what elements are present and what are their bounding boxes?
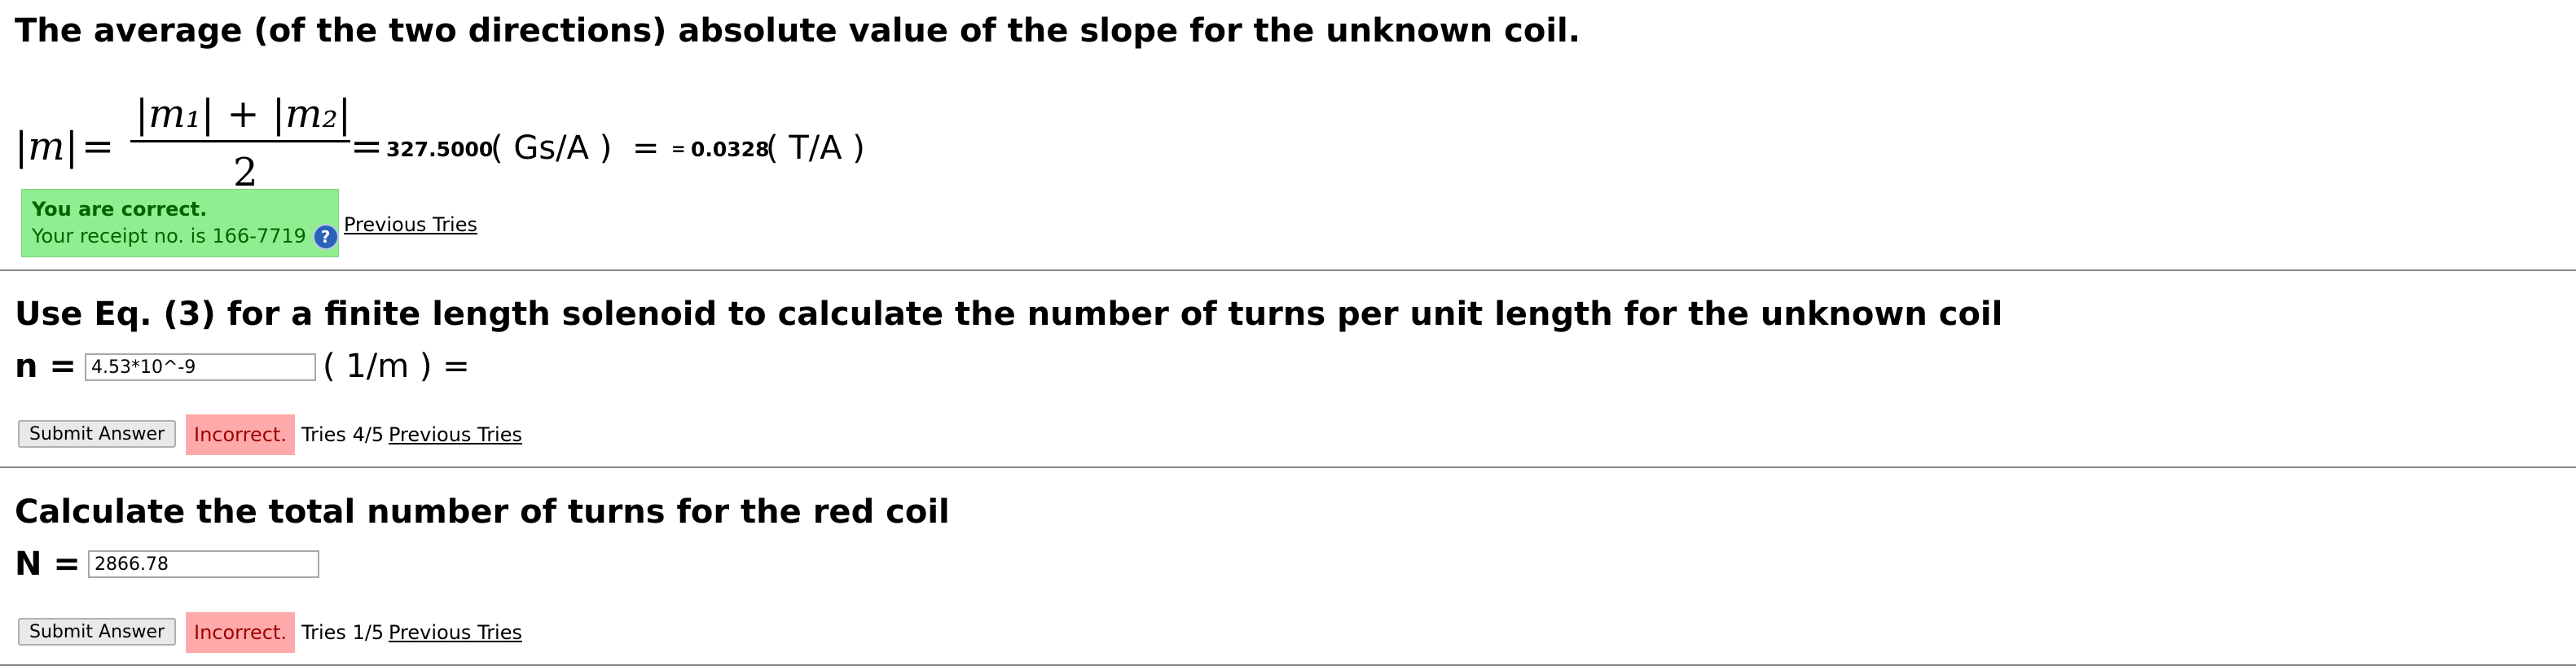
unit-gs: ( Gs/A ) xyxy=(490,129,613,167)
receipt-text: Your receipt no. is 166-7719 xyxy=(32,225,306,247)
section-divider-2 xyxy=(0,466,2576,468)
section-divider-1 xyxy=(0,269,2576,271)
value-gs: 327.5000 xyxy=(386,138,494,161)
n-label: n = xyxy=(15,348,77,385)
incorrect-badge-3: Incorrect. xyxy=(186,612,295,653)
slope-formula: |m| = |m₁| + |m₂| 2 = 327.5000 ( Gs/A ) … xyxy=(15,91,911,195)
section2-heading: Use Eq. (3) for a finite length solenoid… xyxy=(15,296,2003,333)
correct-feedback-box: You are correct. Your receipt no. is 166… xyxy=(21,189,339,257)
eq-small: = xyxy=(671,139,686,159)
previous-tries-link-1[interactable]: Previous Tries xyxy=(344,213,477,236)
section-divider-3 xyxy=(0,664,2576,666)
N-answer-input[interactable] xyxy=(88,550,319,578)
value-t: 0.0328 xyxy=(691,138,770,161)
n-unit: ( 1/m ) = xyxy=(323,348,470,385)
formula-lhs: |m| xyxy=(15,124,78,169)
N-label: N = xyxy=(15,545,81,583)
unit-t: ( T/A ) xyxy=(766,129,865,167)
problem-page: The average (of the two directions) abso… xyxy=(0,0,2576,670)
fraction-bar xyxy=(130,140,350,142)
submit-answer-button-3[interactable]: Submit Answer xyxy=(18,618,177,646)
question-circle-icon[interactable]: ? xyxy=(312,224,339,250)
previous-tries-link-2[interactable]: Previous Tries xyxy=(389,423,522,446)
previous-tries-link-3[interactable]: Previous Tries xyxy=(389,621,522,644)
formula-numerator: |m₁| + |m₂| xyxy=(135,91,351,137)
section1-heading: The average (of the two directions) abso… xyxy=(15,12,1580,50)
formula-equals-3: = xyxy=(632,129,660,167)
tries-count-3: Tries 1/5 xyxy=(301,621,385,644)
tries-count-2: Tries 4/5 xyxy=(301,423,385,446)
formula-equals-2: = xyxy=(350,124,384,169)
formula-equals: = xyxy=(81,124,115,169)
section3-heading: Calculate the total number of turns for … xyxy=(15,493,950,531)
correct-status: You are correct. xyxy=(32,198,208,221)
incorrect-badge-2: Incorrect. xyxy=(186,414,295,455)
n-answer-input[interactable] xyxy=(85,353,316,381)
submit-answer-button-2[interactable]: Submit Answer xyxy=(18,420,177,448)
